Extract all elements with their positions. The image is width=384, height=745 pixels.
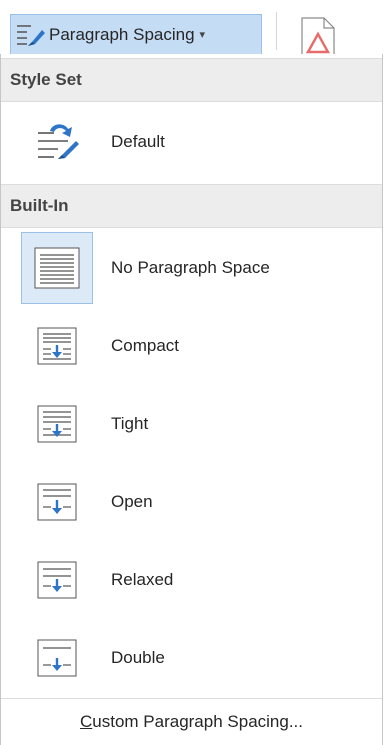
menu-item-relaxed[interactable]: Relaxed (1, 542, 382, 618)
menu-item-no-paragraph-space[interactable]: No Paragraph Space (1, 230, 382, 306)
open-spacing-icon (21, 466, 93, 538)
style-set-header: Style Set (1, 58, 382, 102)
menu-item-label: Compact (111, 336, 180, 355)
ribbon-separator (276, 12, 277, 50)
custom-label-rest: ustom Paragraph Spacing... (92, 712, 303, 731)
chevron-down-icon: ▾ (199, 29, 206, 41)
menu-item-double[interactable]: Double (1, 620, 382, 696)
menu-item-label: No Paragraph Space (111, 258, 270, 277)
paragraph-spacing-label: Paragraph Spacing (49, 24, 195, 44)
menu-item-open[interactable]: Open (1, 464, 382, 540)
custom-paragraph-spacing-button[interactable]: Custom Paragraph Spacing... (1, 698, 382, 745)
tight-spacing-icon (21, 388, 93, 460)
custom-accelerator-key: C (79, 712, 93, 731)
style-set-header-label: Style Set (10, 70, 82, 89)
custom-paragraph-spacing-label: Custom Paragraph Spacing... (80, 712, 303, 732)
ribbon-bar: Paragraph Spacing ▾ (0, 0, 384, 56)
compact-spacing-icon (21, 310, 93, 382)
no-paragraph-space-icon (21, 232, 93, 304)
built-in-header-label: Built-In (10, 196, 69, 215)
menu-item-label: Relaxed (111, 570, 174, 589)
default-style-icon (21, 106, 93, 178)
paragraph-spacing-menu: Style Set Default Built-In No Paragraph … (0, 54, 383, 745)
menu-item-default[interactable]: Default (1, 104, 382, 180)
relaxed-spacing-icon (21, 544, 93, 616)
paragraph-spacing-button[interactable]: Paragraph Spacing ▾ (10, 14, 262, 54)
document-icon[interactable] (294, 12, 338, 56)
menu-item-label: Double (111, 648, 165, 667)
menu-item-label: Tight (111, 414, 149, 433)
default-label: Default (111, 132, 165, 151)
paragraph-spacing-icon (17, 24, 45, 46)
menu-item-compact[interactable]: Compact (1, 308, 382, 384)
menu-item-label: Open (111, 492, 153, 511)
menu-item-tight[interactable]: Tight (1, 386, 382, 462)
built-in-header: Built-In (1, 184, 382, 228)
double-spacing-icon (21, 622, 93, 694)
